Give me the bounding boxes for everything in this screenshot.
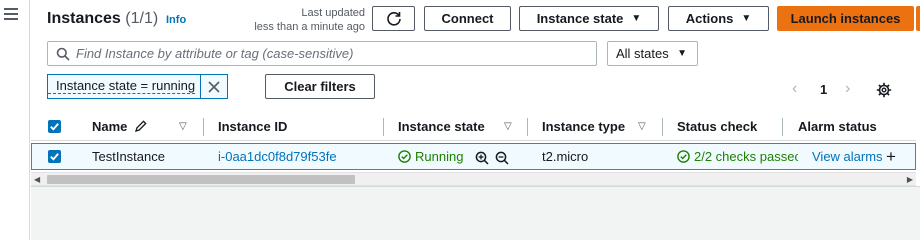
page-header: Instances (1/1) Info Last updated less t… <box>47 0 920 38</box>
scroll-right-icon[interactable]: ▶ <box>907 173 913 186</box>
connect-button[interactable]: Connect <box>424 6 511 31</box>
column-divider[interactable] <box>383 118 384 136</box>
instance-type-cell: t2.micro <box>542 149 589 164</box>
menu-icon[interactable] <box>4 8 18 20</box>
column-header-name[interactable]: Name <box>92 119 147 134</box>
status-check-text: 2/2 checks passec <box>694 149 798 164</box>
chevron-left-icon[interactable]: ‹ <box>792 80 797 98</box>
instance-count: (1/1) <box>125 10 159 27</box>
last-updated-label: Last updated <box>301 7 365 19</box>
last-updated: Last updated less than a minute ago <box>207 6 365 34</box>
actions-label: Actions <box>685 11 734 26</box>
page-number[interactable]: 1 <box>820 82 827 97</box>
states-filter-select[interactable]: All states ▼ <box>607 41 698 66</box>
horizontal-scrollbar[interactable]: ◀ ▶ <box>31 172 916 186</box>
instance-state-label: Instance state <box>536 11 624 26</box>
instance-state-text: Running <box>415 149 464 164</box>
status-check-cell: 2/2 checks passec <box>677 149 798 164</box>
plus-icon[interactable]: + <box>886 147 896 167</box>
checkmark-icon <box>50 153 59 161</box>
column-divider[interactable] <box>782 118 783 136</box>
column-header-alarm-status[interactable]: Alarm status <box>798 119 877 134</box>
caret-down-icon: ▼ <box>677 48 687 59</box>
check-circle-icon <box>398 150 411 163</box>
filter-token: Instance state = running <box>47 74 228 99</box>
scroll-left-icon[interactable]: ◀ <box>34 173 40 186</box>
check-circle-icon <box>677 150 690 163</box>
column-divider[interactable] <box>662 118 663 136</box>
zoom-out-icon[interactable] <box>495 151 509 165</box>
column-header-status-check[interactable]: Status check <box>677 119 757 134</box>
scrollbar-thumb[interactable] <box>47 175 355 184</box>
column-divider[interactable] <box>203 118 204 136</box>
instance-state-button[interactable]: Instance state ▼ <box>519 6 659 31</box>
remove-filter-button[interactable] <box>200 75 227 98</box>
pencil-icon <box>135 120 147 132</box>
instance-state-cell: Running <box>398 149 463 164</box>
search-input[interactable] <box>76 46 596 61</box>
launch-instances-button[interactable]: Launch instances <box>777 6 914 31</box>
page-title: Instances (1/1) <box>47 10 158 28</box>
checkmark-icon <box>50 123 59 131</box>
table-header: Name ▽ Instance ID Instance state ▽ Inst… <box>31 113 916 141</box>
refresh-icon <box>386 11 401 26</box>
search-icon <box>56 47 70 61</box>
search-box <box>47 41 597 66</box>
states-filter-value: All states <box>616 46 669 61</box>
caret-down-icon: ▼ <box>741 13 752 24</box>
launch-instances-dropdown[interactable]: ▼ <box>916 6 920 31</box>
info-link[interactable]: Info <box>166 14 186 26</box>
pagination: ‹ 1 › <box>790 80 860 100</box>
caret-down-icon: ▼ <box>631 13 642 24</box>
zoom-in-icon[interactable] <box>475 151 489 165</box>
clear-filters-button[interactable]: Clear filters <box>265 74 375 99</box>
last-updated-time: less than a minute ago <box>254 21 365 33</box>
column-divider[interactable] <box>527 118 528 136</box>
row-checkbox[interactable] <box>48 150 61 163</box>
side-nav-rail <box>0 0 30 240</box>
table-row[interactable]: TestInstance i-0aa1dc0f8d79f53fe Running… <box>31 143 916 170</box>
gear-icon[interactable] <box>876 82 892 98</box>
column-header-instance-id[interactable]: Instance ID <box>218 119 287 134</box>
column-header-label: Name <box>92 119 128 134</box>
close-icon <box>208 80 220 93</box>
details-panel <box>31 186 920 240</box>
refresh-button[interactable] <box>372 6 415 31</box>
actions-button[interactable]: Actions ▼ <box>668 6 769 31</box>
filter-token-label[interactable]: Instance state = running <box>48 79 195 94</box>
instance-name: TestInstance <box>92 149 165 164</box>
view-alarms-link[interactable]: View alarms <box>812 149 883 164</box>
page-title-text: Instances <box>47 10 121 27</box>
chevron-right-icon[interactable]: › <box>845 80 850 98</box>
instance-id-link[interactable]: i-0aa1dc0f8d79f53fe <box>218 149 337 164</box>
column-header-instance-type[interactable]: Instance type <box>542 119 625 134</box>
column-header-instance-state[interactable]: Instance state <box>398 119 485 134</box>
select-all-checkbox[interactable] <box>48 120 61 133</box>
